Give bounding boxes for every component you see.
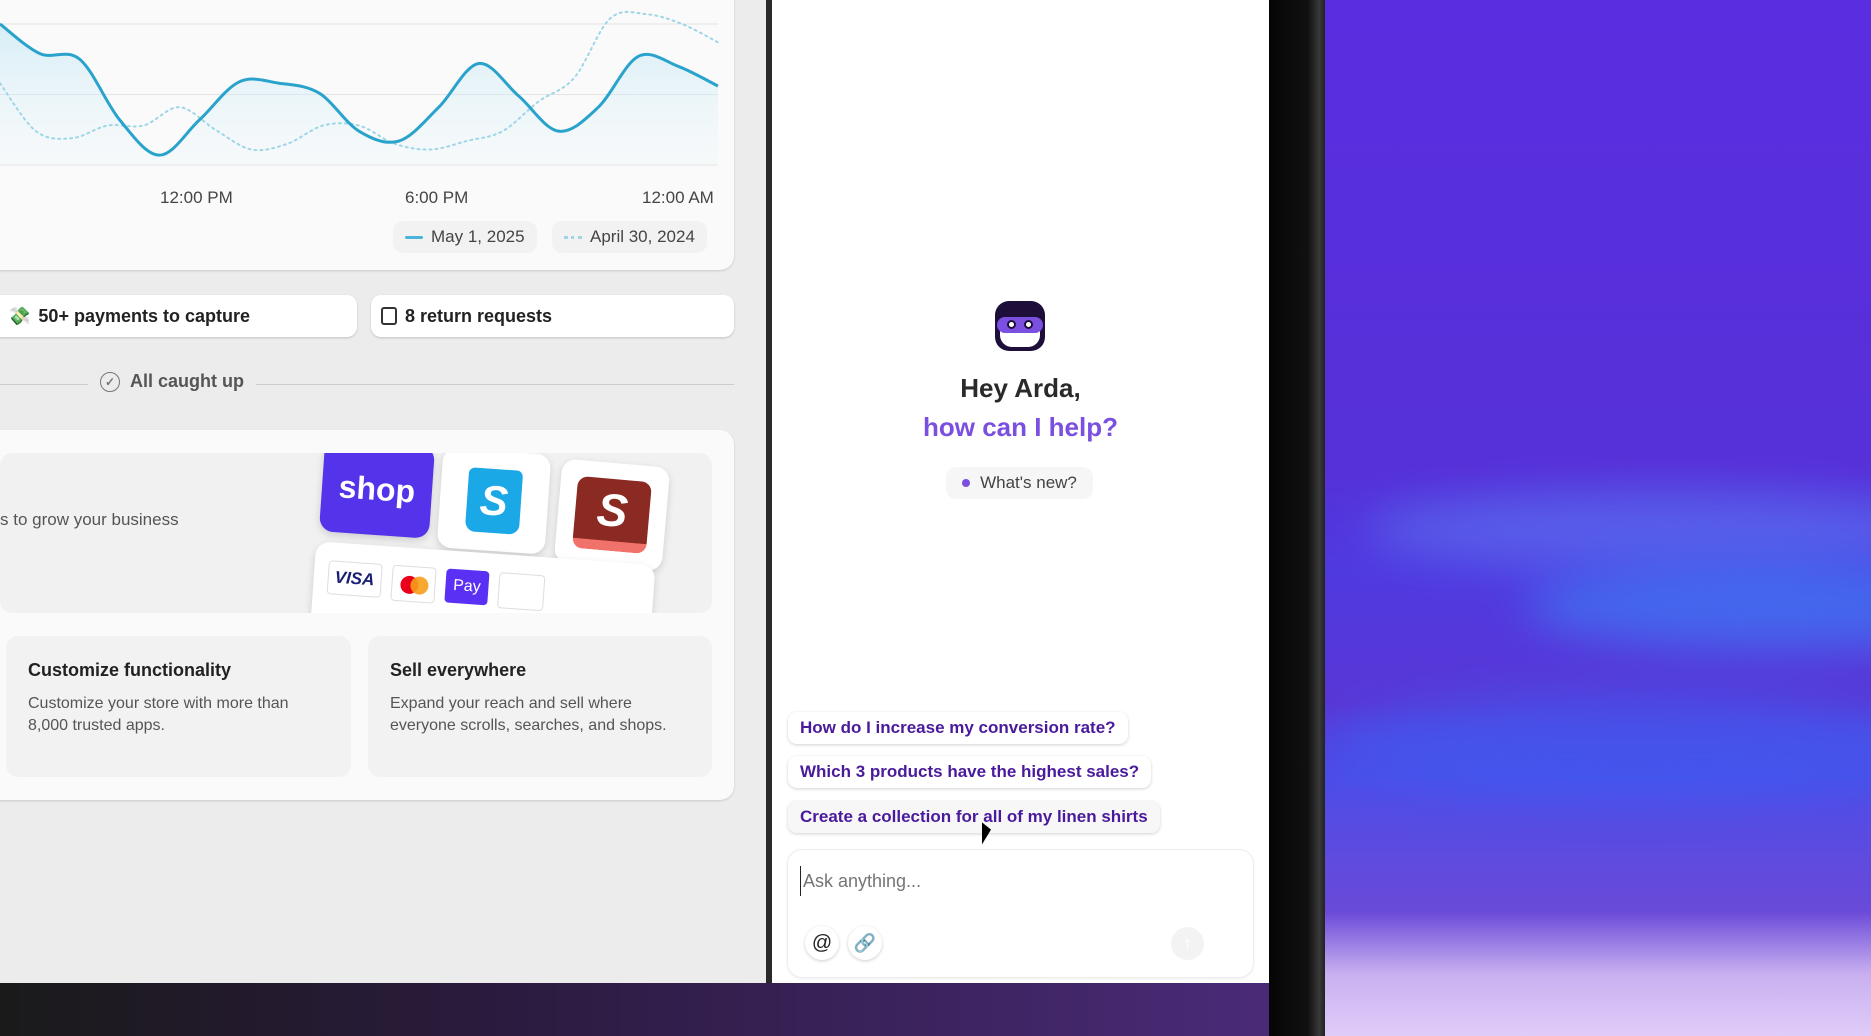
return-requests-button[interactable]: 8 return requests xyxy=(371,295,734,337)
attach-button[interactable]: 🔗 xyxy=(848,926,882,960)
legend-label: May 1, 2025 xyxy=(431,227,525,246)
desktop-wallpaper xyxy=(1325,0,1871,1036)
whats-new-label: What's new? xyxy=(980,473,1077,492)
taskbar-edge xyxy=(0,983,1269,1036)
check-circle-icon: ✓ xyxy=(100,371,120,392)
feature-desc: Expand your reach and sell where everyon… xyxy=(390,695,667,734)
help-prompt: how can I help? xyxy=(922,412,1118,442)
legend-label: April 30, 2024 xyxy=(590,227,695,246)
mention-button[interactable]: @ xyxy=(805,926,839,960)
returns-icon xyxy=(381,307,397,325)
x-tick-label: 12:00 AM xyxy=(642,188,714,207)
arrow-up-icon: ↑ xyxy=(1183,933,1192,953)
all-caught-up: ✓ All caught up xyxy=(88,371,256,392)
shopify-logo: S xyxy=(436,453,552,555)
legend-item-previous[interactable]: April 30, 2024 xyxy=(552,221,707,253)
at-icon: @ xyxy=(811,931,833,954)
feature-title: Customize functionality xyxy=(28,660,232,680)
assistant-avatar xyxy=(995,301,1045,351)
caught-up-label: All caught up xyxy=(130,371,244,391)
legend-item-current[interactable]: May 1, 2025 xyxy=(393,221,537,253)
shop-pay-logo: Pay xyxy=(443,568,490,606)
dotted-line-icon xyxy=(564,235,582,239)
promo-card: s to grow your business shop S S VISA Pa… xyxy=(0,430,734,800)
admin-dashboard: 12:00 PM 6:00 PM 12:00 AM May 1, 2025 Ap… xyxy=(0,0,766,983)
mastercard-logo xyxy=(389,564,437,604)
sidekick-chat-panel: Hey Arda, how can I help? What's new? xyxy=(772,0,1269,983)
feature-title: Sell everywhere xyxy=(390,660,527,680)
action-label: 8 return requests xyxy=(405,305,553,326)
more-payment-logo xyxy=(497,572,546,612)
sales-chart-card: 12:00 PM 6:00 PM 12:00 AM May 1, 2025 Ap… xyxy=(0,0,734,270)
feature-sell-everywhere[interactable]: Sell everywhere Expand your reach and se… xyxy=(368,636,712,777)
suggestion-chip[interactable]: How do I increase my conversion rate? xyxy=(788,712,1128,744)
shopify-email-logo: S xyxy=(553,458,671,572)
paperclip-icon: 🔗 xyxy=(853,932,877,953)
promo-banner: s to grow your business shop S S VISA Pa… xyxy=(0,453,712,613)
feature-desc: Customize your store with more than 8,00… xyxy=(28,695,289,734)
x-tick-label: 12:00 PM xyxy=(160,188,233,207)
mouse-cursor xyxy=(982,822,991,848)
monitor-bezel xyxy=(1269,0,1325,1036)
visa-logo: VISA xyxy=(326,560,383,598)
ask-input[interactable] xyxy=(800,866,1230,896)
whats-new-button[interactable]: What's new? xyxy=(946,467,1093,499)
suggestion-chip[interactable]: Create a collection for all of my linen … xyxy=(788,801,1160,833)
promo-text: s to grow your business xyxy=(0,510,179,529)
sales-chart xyxy=(0,10,719,166)
greeting: Hey Arda, xyxy=(960,373,1081,403)
action-label: 50+ payments to capture xyxy=(38,305,251,326)
solid-line-icon xyxy=(405,235,423,239)
x-tick-label: 6:00 PM xyxy=(405,188,469,207)
suggestion-chip[interactable]: Which 3 products have the highest sales? xyxy=(788,756,1152,788)
send-button[interactable]: ↑ xyxy=(1171,927,1204,960)
payments-icon: 💸 xyxy=(8,305,31,326)
dot-icon xyxy=(962,479,971,487)
shop-logo: shop xyxy=(318,453,436,539)
payments-to-capture-button[interactable]: 💸 50+ payments to capture xyxy=(0,295,357,337)
feature-customize[interactable]: Customize functionality Customize your s… xyxy=(6,636,351,777)
